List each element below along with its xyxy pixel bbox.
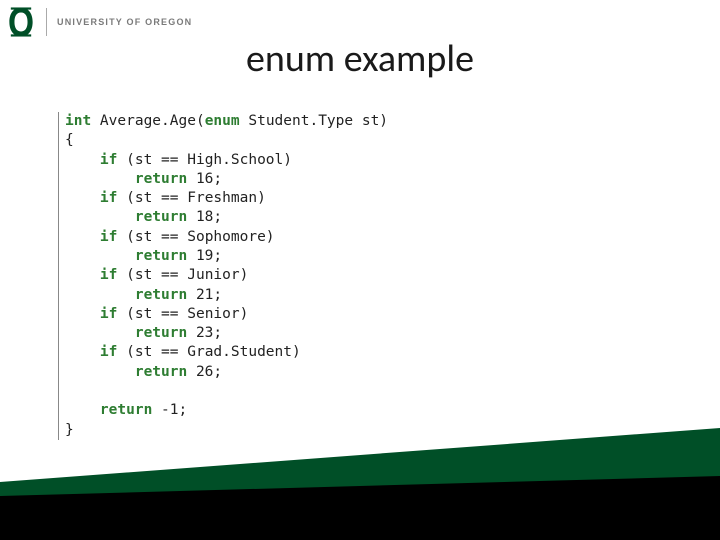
code-text: {: [65, 132, 74, 148]
keyword-return: return: [65, 402, 152, 418]
logo-area: UNIVERSITY OF OREGON: [6, 6, 192, 38]
keyword-return: return: [65, 248, 187, 264]
code-text: 23;: [187, 325, 222, 341]
keyword-if: if: [65, 267, 117, 283]
oregon-o-logo-icon: [6, 6, 36, 38]
code-block: int Average.Age(enum Student.Type st) { …: [58, 112, 498, 440]
code-text: Average.Age(: [91, 113, 205, 129]
keyword-int: int: [65, 113, 91, 129]
keyword-if: if: [65, 229, 117, 245]
code-text: (st == Freshman): [117, 190, 265, 206]
keyword-enum: enum: [205, 113, 240, 129]
code-text: (st == Senior): [117, 306, 248, 322]
keyword-return: return: [65, 171, 187, 187]
keyword-return: return: [65, 287, 187, 303]
keyword-if: if: [65, 190, 117, 206]
keyword-return: return: [65, 209, 187, 225]
code-text: (st == Grad.Student): [117, 344, 300, 360]
code-text: (st == Junior): [117, 267, 248, 283]
keyword-return: return: [65, 364, 187, 380]
code-text: 18;: [187, 209, 222, 225]
code-text: Student.Type st): [240, 113, 388, 129]
keyword-if: if: [65, 306, 117, 322]
keyword-if: if: [65, 152, 117, 168]
code-text: 16;: [187, 171, 222, 187]
code-text: 26;: [187, 364, 222, 380]
code-text: 21;: [187, 287, 222, 303]
keyword-return: return: [65, 325, 187, 341]
code-text: -1;: [152, 402, 187, 418]
university-name: UNIVERSITY OF OREGON: [57, 17, 192, 27]
code-text: 19;: [187, 248, 222, 264]
keyword-if: if: [65, 344, 117, 360]
slide-title: enum example: [0, 36, 720, 82]
slide: UNIVERSITY OF OREGON enum example int Av…: [0, 0, 720, 540]
logo-divider: [46, 8, 47, 36]
code-text: (st == Sophomore): [117, 229, 274, 245]
code-text: (st == High.School): [117, 152, 292, 168]
code-text: }: [65, 422, 74, 438]
